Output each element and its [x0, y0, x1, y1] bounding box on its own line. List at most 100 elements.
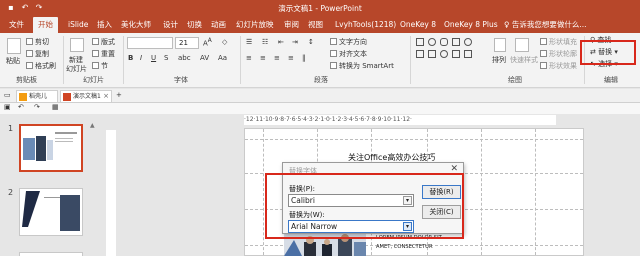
- font-size-field[interactable]: 21: [175, 37, 199, 49]
- copy-button[interactable]: 复制: [26, 49, 49, 59]
- shape-outline-button[interactable]: 形状轮廓: [540, 49, 577, 59]
- save-icon[interactable]: ▣: [4, 103, 11, 111]
- convert-smartart-button[interactable]: 转换为 SmartArt: [330, 61, 394, 71]
- shape-effects-button[interactable]: 形状效果: [540, 61, 577, 71]
- reset-button[interactable]: 重置: [92, 49, 115, 59]
- change-case-button[interactable]: Aa: [218, 54, 227, 62]
- quick-styles-icon[interactable]: [515, 38, 529, 52]
- tab-design[interactable]: 设计: [163, 17, 178, 33]
- tell-me-box[interactable]: ♀ 告诉我您想要做什么...: [504, 17, 587, 33]
- shape-textbox-icon[interactable]: [452, 38, 460, 46]
- shape-curve-icon[interactable]: [440, 50, 448, 58]
- folder-icon[interactable]: ▭: [4, 91, 11, 99]
- tab-view[interactable]: 视图: [308, 17, 323, 33]
- justify-button[interactable]: ≡: [288, 54, 294, 62]
- group-label-drawing: 绘图: [508, 76, 522, 84]
- increase-indent-button[interactable]: ⇥: [292, 38, 298, 46]
- paint-bucket-icon: [540, 38, 547, 45]
- text-direction-button[interactable]: 文字方向: [330, 37, 367, 47]
- align-text-icon: [330, 50, 337, 57]
- shape-rounded-icon[interactable]: [440, 38, 448, 46]
- tab-transitions[interactable]: 切换: [187, 17, 202, 33]
- quick-styles-button[interactable]: 快速样式: [510, 55, 538, 65]
- redo-icon[interactable]: ↷: [34, 103, 40, 111]
- columns-button[interactable]: ‖: [302, 54, 306, 62]
- shape-oval-icon[interactable]: [428, 38, 436, 46]
- tab-onekey8[interactable]: OneKey 8: [400, 17, 436, 33]
- char-spacing-button[interactable]: AV: [200, 54, 209, 62]
- shape-rectangle-icon[interactable]: [416, 38, 424, 46]
- smartart-icon: [330, 62, 337, 69]
- tab-onekey8plus[interactable]: OneKey 8 Plus: [444, 17, 498, 33]
- pen-icon: [540, 50, 547, 57]
- reset-icon: [92, 50, 99, 57]
- slide-thumbnail-1[interactable]: [19, 124, 83, 172]
- align-center-button[interactable]: ≡: [260, 54, 266, 62]
- doc-tab-daoker[interactable]: 稻壳儿: [16, 90, 58, 103]
- slide-thumbnail-2[interactable]: [19, 188, 83, 236]
- italic-button[interactable]: I: [140, 54, 142, 62]
- ribbon-home: 粘贴 剪切 复制 格式刷 剪贴板 新建 幻灯片 版式 重置 节 幻灯片 21 A…: [0, 33, 640, 88]
- scroll-up-icon[interactable]: ▲: [90, 122, 96, 129]
- tab-slideshow[interactable]: 幻灯片放映: [236, 17, 274, 33]
- tab-home[interactable]: 开始: [33, 17, 58, 33]
- shape-line-icon[interactable]: [416, 50, 424, 58]
- tab-meihua[interactable]: 美化大师: [121, 17, 151, 33]
- horizontal-ruler: ·12·11·10·9·8·7·6·5·4·3·2·1·0·1·2·3·4·5·…: [244, 115, 556, 125]
- text-direction-icon: [330, 38, 337, 45]
- guide-line: [481, 129, 482, 255]
- shape-arrow-icon[interactable]: [428, 50, 436, 58]
- align-left-button[interactable]: ≡: [246, 54, 252, 62]
- slide-thumbnail-3[interactable]: [19, 252, 83, 256]
- new-slide-icon[interactable]: [70, 38, 84, 52]
- clear-format-icon[interactable]: ◇: [222, 38, 227, 46]
- paste-icon[interactable]: [7, 38, 21, 54]
- shape-triangle-icon[interactable]: [452, 50, 460, 58]
- format-painter-button[interactable]: 格式刷: [26, 61, 56, 71]
- thumbnail-preview: [22, 191, 80, 231]
- font-name-field[interactable]: [127, 37, 173, 49]
- layout-icon: [92, 38, 99, 45]
- line-spacing-button[interactable]: ↕: [308, 38, 314, 46]
- layout-button[interactable]: 版式: [92, 37, 115, 47]
- align-right-button[interactable]: ≡: [274, 54, 280, 62]
- shadow-button[interactable]: S: [164, 54, 168, 62]
- thumbnail-scrollbar[interactable]: ▲: [90, 122, 96, 252]
- ribbon-separator: [123, 36, 124, 84]
- tab-animations[interactable]: 动画: [211, 17, 226, 33]
- cut-button[interactable]: 剪切: [26, 37, 49, 47]
- underline-button[interactable]: U: [151, 54, 156, 62]
- shape-circle-icon[interactable]: [464, 38, 472, 46]
- tab-file[interactable]: 文件: [9, 17, 24, 33]
- grow-font-button[interactable]: AA: [203, 38, 212, 47]
- ribbon-separator: [240, 36, 241, 84]
- present-icon[interactable]: ▦: [52, 103, 59, 111]
- doc-tab-presentation1[interactable]: 演示文稿1 ×: [60, 90, 112, 103]
- shape-more-icon[interactable]: [464, 50, 472, 58]
- bullets-button[interactable]: ☰: [246, 38, 252, 46]
- numbering-button[interactable]: ☷: [262, 38, 268, 46]
- strikethrough-button[interactable]: abc: [178, 54, 191, 62]
- align-text-button[interactable]: 对齐文本: [330, 49, 367, 59]
- title-bar: ▪ ↶ ↷ 演示文稿1 - PowerPoint: [0, 0, 640, 17]
- close-icon[interactable]: ×: [103, 91, 109, 102]
- tab-insert[interactable]: 插入: [97, 17, 112, 33]
- section-button[interactable]: 节: [92, 61, 108, 71]
- guide-line: [535, 129, 536, 255]
- paste-button[interactable]: 粘贴: [6, 56, 20, 66]
- tell-me-text: 告诉我您想要做什么...: [511, 20, 587, 29]
- tab-lvyhtools[interactable]: LvyhTools(1218): [335, 17, 396, 33]
- shape-fill-button[interactable]: 形状填充: [540, 37, 577, 47]
- new-tab-button[interactable]: +: [116, 91, 122, 99]
- undo-icon[interactable]: ↶: [18, 103, 24, 111]
- tab-islide[interactable]: iSlide: [68, 17, 88, 33]
- arrange-icon[interactable]: [494, 38, 506, 52]
- arrange-button[interactable]: 排列: [492, 55, 506, 65]
- decrease-indent-button[interactable]: ⇤: [278, 38, 284, 46]
- new-slide-button-line2[interactable]: 幻灯片: [66, 64, 87, 74]
- group-label-slides: 幻灯片: [83, 76, 104, 84]
- tab-review[interactable]: 审阅: [284, 17, 299, 33]
- bold-button[interactable]: B: [128, 54, 133, 62]
- guide-line: [245, 139, 583, 140]
- group-label-clipboard: 剪贴板: [16, 76, 37, 84]
